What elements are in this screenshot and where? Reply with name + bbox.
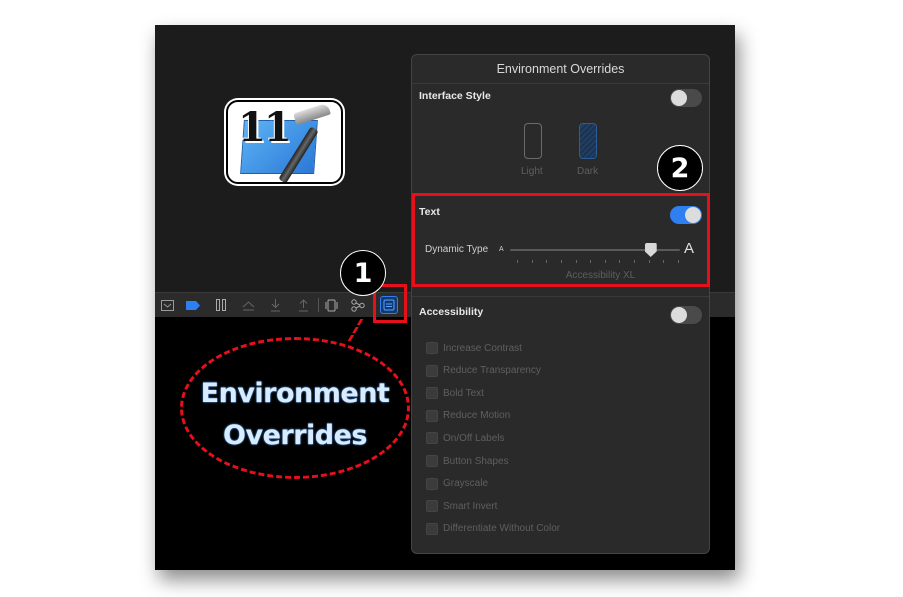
phone-light-icon[interactable] bbox=[524, 123, 542, 159]
accessibility-option[interactable]: Grayscale bbox=[426, 477, 488, 491]
checkbox[interactable] bbox=[426, 387, 438, 400]
section-divider bbox=[412, 296, 709, 297]
accessibility-option-label: On/Off Labels bbox=[443, 432, 505, 444]
interface-style-label: Interface Style bbox=[419, 90, 491, 102]
dark-option-label[interactable]: Dark bbox=[577, 166, 598, 177]
callout-line-1: Environment bbox=[200, 378, 390, 409]
callout-line-2: Overrides bbox=[223, 420, 367, 451]
accessibility-option-label: Grayscale bbox=[443, 478, 489, 490]
accessibility-option-label: Smart Invert bbox=[443, 500, 498, 512]
accessibility-option-label: Differentiate Without Color bbox=[443, 523, 561, 535]
breakpoint-icon[interactable] bbox=[185, 297, 201, 313]
step-into-icon[interactable] bbox=[267, 297, 283, 313]
view-hierarchy-icon[interactable] bbox=[323, 297, 339, 313]
light-option-label[interactable]: Light bbox=[521, 166, 543, 177]
accessibility-option-label: Reduce Motion bbox=[443, 410, 511, 422]
popover-title: Environment Overrides bbox=[412, 55, 709, 84]
accessibility-option[interactable]: Reduce Motion bbox=[426, 409, 510, 423]
accessibility-option[interactable]: Button Shapes bbox=[426, 454, 509, 468]
checkbox[interactable] bbox=[426, 500, 438, 513]
accessibility-option[interactable]: Reduce Transparency bbox=[426, 364, 541, 378]
memory-graph-icon[interactable] bbox=[350, 297, 366, 313]
phone-dark-icon[interactable] bbox=[579, 123, 597, 159]
accessibility-option[interactable]: Smart Invert bbox=[426, 499, 497, 513]
checkbox[interactable] bbox=[426, 522, 438, 535]
accessibility-option[interactable]: Differentiate Without Color bbox=[426, 522, 560, 536]
xcode-11-logo: 11 bbox=[226, 100, 343, 184]
callout-text: Environment Overrides bbox=[180, 373, 410, 457]
step-badge-1: 1 bbox=[340, 250, 386, 296]
accessibility-option[interactable]: On/Off Labels bbox=[426, 431, 505, 445]
toolbar-divider bbox=[318, 298, 319, 312]
hide-debug-area-icon[interactable] bbox=[159, 297, 175, 313]
checkbox[interactable] bbox=[426, 364, 438, 377]
checkbox[interactable] bbox=[426, 432, 438, 445]
checkbox[interactable] bbox=[426, 342, 438, 354]
version-number: 11 bbox=[238, 104, 292, 151]
accessibility-option[interactable]: Increase Contrast bbox=[426, 341, 522, 355]
checkbox[interactable] bbox=[426, 455, 438, 467]
accessibility-option[interactable]: Bold Text bbox=[426, 386, 484, 400]
accessibility-option-label: Reduce Transparency bbox=[443, 365, 541, 377]
accessibility-option-label: Button Shapes bbox=[443, 455, 509, 467]
step-over-icon[interactable] bbox=[240, 297, 256, 313]
pause-icon[interactable] bbox=[213, 297, 229, 313]
environment-overrides-popover: Environment Overrides Interface Style Li… bbox=[411, 54, 710, 554]
step-badge-2: 2 bbox=[657, 145, 703, 191]
accessibility-section-label: Accessibility bbox=[419, 306, 484, 318]
step-out-icon[interactable] bbox=[295, 297, 311, 313]
interface-style-toggle[interactable] bbox=[670, 89, 702, 107]
accessibility-option-label: Increase Contrast bbox=[443, 342, 522, 354]
accessibility-option-label: Bold Text bbox=[443, 387, 484, 399]
checkbox[interactable] bbox=[426, 409, 438, 422]
accessibility-toggle[interactable] bbox=[670, 306, 702, 324]
checkbox[interactable] bbox=[426, 477, 438, 490]
text-section-highlight bbox=[412, 193, 710, 287]
